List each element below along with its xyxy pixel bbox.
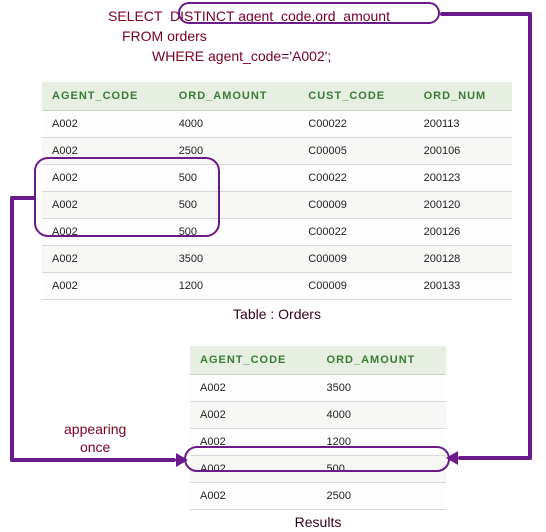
col-ord-amount: ORD_AMOUNT bbox=[169, 82, 299, 111]
table-row: A0023500C00009200128 bbox=[42, 246, 512, 273]
arrow-left-icon bbox=[446, 451, 458, 465]
col-cust-code: CUST_CODE bbox=[298, 82, 413, 111]
table-row: A002500 bbox=[190, 456, 446, 483]
connector-segment bbox=[440, 12, 532, 16]
sql-line-1: SELECT DISTINCT agent_code,ord_amount bbox=[108, 6, 390, 26]
table-row: A0024000 bbox=[190, 402, 446, 429]
table-row: A002500C00009200120 bbox=[42, 192, 512, 219]
connector-segment bbox=[458, 456, 532, 460]
sql-distinct-clause: DISTINCT agent_code,ord_amount bbox=[170, 8, 390, 24]
connector-segment bbox=[10, 196, 14, 462]
sql-line-2: FROM orders bbox=[108, 26, 390, 46]
table-row: A0023500 bbox=[190, 375, 446, 402]
appearing-once-label: appearingonce bbox=[60, 420, 130, 456]
arrow-right-icon bbox=[176, 453, 188, 467]
orders-table: AGENT_CODE ORD_AMOUNT CUST_CODE ORD_NUM … bbox=[42, 82, 512, 300]
table-header-row: AGENT_CODE ORD_AMOUNT CUST_CODE ORD_NUM bbox=[42, 82, 512, 111]
sql-line-3: WHERE agent_code='A002'; bbox=[108, 46, 390, 66]
orders-caption: Table : Orders bbox=[42, 306, 512, 322]
results-table: AGENT_CODE ORD_AMOUNT A0023500 A0024000 … bbox=[190, 346, 446, 510]
table-header-row: AGENT_CODE ORD_AMOUNT bbox=[190, 346, 446, 375]
orders-table-container: AGENT_CODE ORD_AMOUNT CUST_CODE ORD_NUM … bbox=[42, 82, 512, 300]
results-caption: Results bbox=[190, 514, 446, 530]
table-row: A0021200 bbox=[190, 429, 446, 456]
col-ord-amount: ORD_AMOUNT bbox=[317, 346, 446, 375]
orders-tbody: A0024000C00022200113 A0022500C0000520010… bbox=[42, 111, 512, 300]
table-row: A002500C00022200123 bbox=[42, 165, 512, 192]
sql-select-keyword: SELECT bbox=[108, 8, 170, 24]
col-agent-code: AGENT_CODE bbox=[42, 82, 169, 111]
sql-query: SELECT DISTINCT agent_code,ord_amount FR… bbox=[108, 6, 390, 66]
col-ord-num: ORD_NUM bbox=[414, 82, 512, 111]
results-tbody: A0023500 A0024000 A0021200 A002500 A0022… bbox=[190, 375, 446, 510]
col-agent-code: AGENT_CODE bbox=[190, 346, 317, 375]
table-row: A0021200C00009200133 bbox=[42, 273, 512, 300]
table-row: A0024000C00022200113 bbox=[42, 111, 512, 138]
table-row: A0022500C00005200106 bbox=[42, 138, 512, 165]
results-table-container: AGENT_CODE ORD_AMOUNT A0023500 A0024000 … bbox=[190, 346, 446, 510]
connector-segment bbox=[528, 12, 532, 460]
connector-segment bbox=[10, 458, 176, 462]
table-row: A002500C00022200126 bbox=[42, 219, 512, 246]
table-row: A0022500 bbox=[190, 483, 446, 510]
